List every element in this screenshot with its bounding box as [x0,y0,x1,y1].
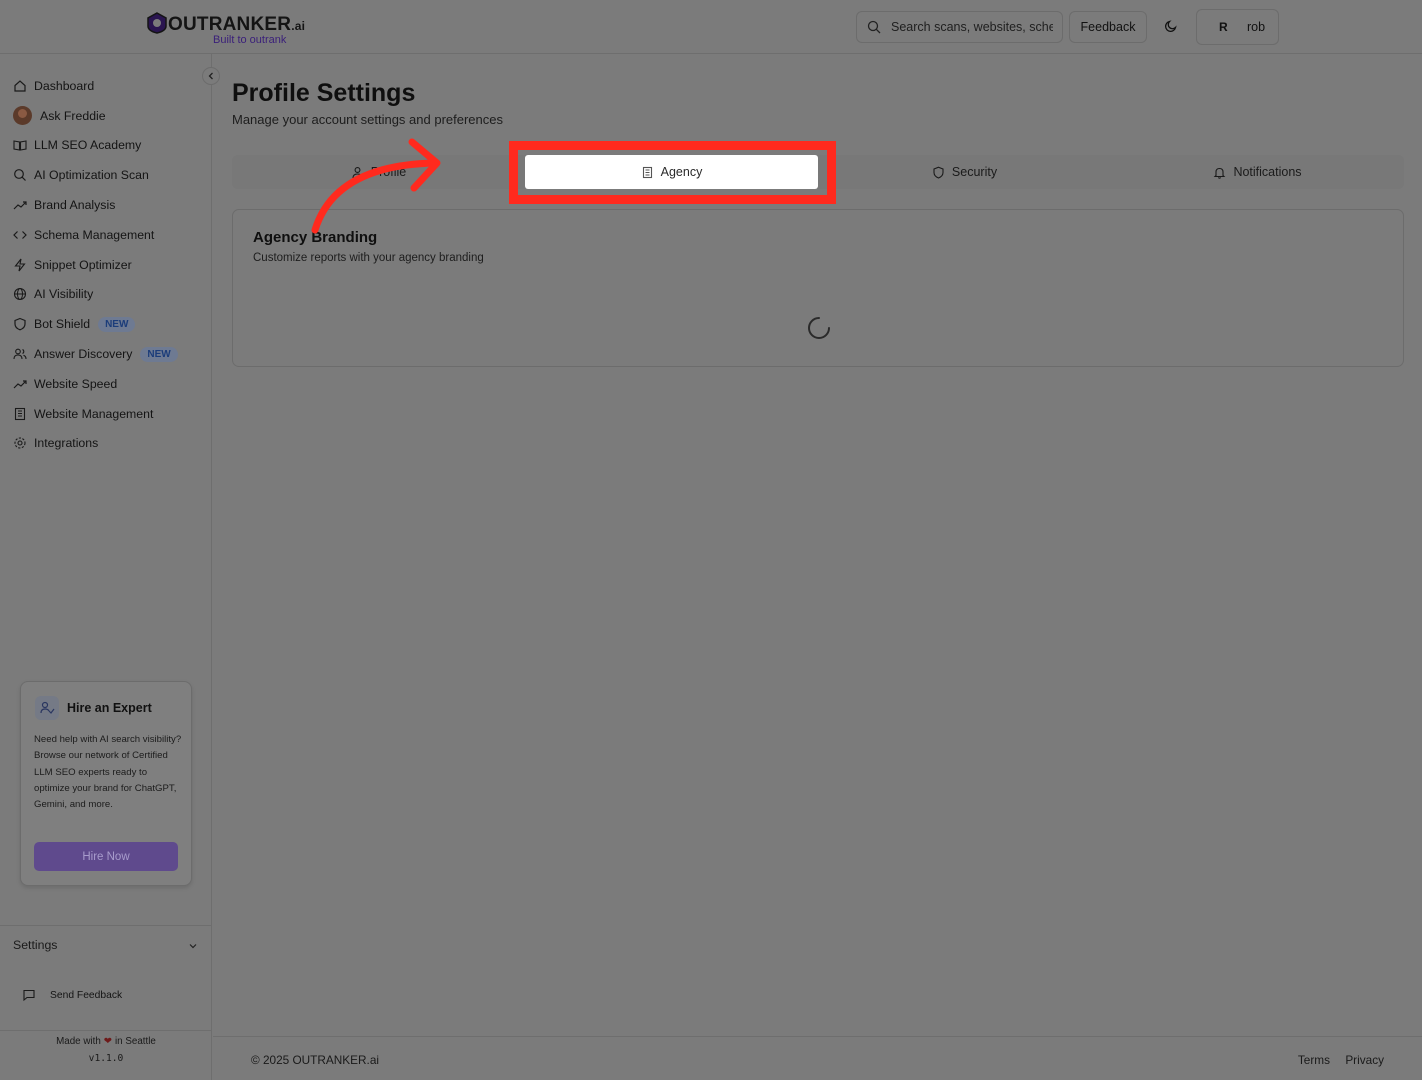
annotation-arrow-icon [311,138,441,234]
hire-now-button[interactable]: Hire Now [34,842,178,871]
sidebar-item-brand-analysis[interactable]: Brand Analysis [0,190,212,220]
settings-label: Settings [13,938,58,952]
user-avatar-initial: R [1219,20,1228,34]
tab-label: Security [951,165,998,179]
chevron-left-icon [208,72,213,80]
sidebar: Dashboard Ask Freddie LLM SEO Academy AI… [0,54,212,1080]
logo-mark-icon [147,12,167,34]
sidebar-item-label: Website Speed [34,376,118,391]
hire-expert-title: Hire an Expert [67,701,152,715]
send-feedback-label: Send Feedback [50,989,123,1001]
collapse-sidebar-button[interactable] [202,67,220,85]
brand-logo[interactable]: OUTRANKER.ai Built to outrank [146,10,316,48]
bell-icon [1214,167,1226,179]
app-version: v1.1.0 [88,1053,124,1064]
sidebar-item-ask-freddie[interactable]: Ask Freddie [0,101,212,131]
brand-tagline: Built to outrank [213,34,287,46]
user-name: rob [1247,20,1266,34]
theme-toggle-button[interactable] [1154,11,1188,43]
copyright-text: © 2025 OUTRANKER.ai [251,1053,380,1067]
users-icon [13,348,27,360]
sidebar-item-label: Website Management [34,406,154,421]
send-feedback-link[interactable]: Send Feedback [22,987,122,1003]
sidebar-item-label: AI Visibility [34,287,94,302]
sidebar-item-label: AI Optimization Scan [34,168,149,183]
sidebar-item-schema-management[interactable]: Schema Management [0,220,212,250]
building-icon [14,407,26,420]
search-icon [14,169,26,182]
home-icon [14,80,26,92]
terms-link[interactable]: Terms [1298,1053,1330,1067]
tab-label: Notifications [1233,165,1302,179]
new-badge: NEW [98,316,136,332]
feedback-button[interactable]: Feedback [1069,11,1147,43]
tab-security[interactable]: Security [818,155,1111,189]
made-with-note: Made with ❤ in Seattle [56,1036,156,1047]
gear-icon [14,437,26,450]
hire-expert-card: Hire an Expert Need help with AI search … [20,681,192,886]
trending-up-icon [13,201,27,210]
sidebar-item-dashboard[interactable]: Dashboard [0,71,212,101]
sidebar-item-label: Ask Freddie [40,108,106,123]
loading-spinner-icon [808,317,830,339]
sidebar-item-snippet-optimizer[interactable]: Snippet Optimizer [0,250,212,280]
privacy-link[interactable]: Privacy [1345,1053,1384,1067]
sidebar-item-label: Answer Discovery [34,347,133,362]
freddie-avatar [13,106,32,126]
sidebar-item-ai-visibility[interactable]: AI Visibility [0,280,212,310]
sidebar-item-label: Dashboard [34,78,95,93]
tab-notifications[interactable]: Notifications [1111,155,1404,189]
sidebar-item-website-management[interactable]: Website Management [0,399,212,429]
message-square-icon [23,989,35,1002]
search-input[interactable] [891,18,1053,36]
footer-links: Terms Privacy [1286,1053,1384,1067]
shield-icon [933,166,944,179]
sidebar-divider [0,1030,212,1031]
page-subtitle: Manage your account settings and prefere… [232,112,504,127]
card-subtitle: Customize reports with your agency brand… [253,252,484,264]
sidebar-item-label: Brand Analysis [34,198,116,213]
sidebar-item-label: Schema Management [34,227,155,242]
heart-icon: ❤ [103,1036,112,1047]
zap-icon [14,258,26,272]
chevron-down-icon [189,944,197,949]
sidebar-nav: Dashboard Ask Freddie LLM SEO Academy AI… [0,71,212,458]
sidebar-item-label: Bot Shield [34,317,91,332]
global-search[interactable] [856,11,1063,43]
sidebar-item-label: LLM SEO Academy [34,138,142,153]
trending-up-icon [13,380,27,389]
sidebar-item-bot-shield[interactable]: Bot Shield NEW [0,309,212,339]
shield-icon [14,318,26,331]
user-menu-button[interactable]: R rob [1196,9,1279,45]
user-check-icon [35,696,59,720]
globe-icon [13,288,27,301]
sidebar-item-label: Snippet Optimizer [34,257,132,272]
agency-tab-highlight-box [509,141,836,204]
sidebar-item-ai-optimization-scan[interactable]: AI Optimization Scan [0,160,212,190]
sidebar-item-label: Integrations [34,436,99,451]
sidebar-item-llm-seo-academy[interactable]: LLM SEO Academy [0,131,212,161]
sidebar-divider [0,925,212,926]
sidebar-item-integrations[interactable]: Integrations [0,429,212,459]
sidebar-item-answer-discovery[interactable]: Answer Discovery NEW [0,339,212,369]
moon-icon [1164,19,1177,32]
sidebar-item-website-speed[interactable]: Website Speed [0,369,212,399]
brand-name: OUTRANKER.ai [168,14,306,35]
page-title: Profile Settings [232,79,416,107]
hire-expert-description: Need help with AI search visibility? Bro… [34,734,182,811]
top-header: OUTRANKER.ai Built to outrank Feedback R… [0,0,1422,54]
code-icon [13,230,27,239]
book-open-icon [13,140,27,152]
new-badge: NEW [140,346,178,362]
settings-toggle[interactable]: Settings [13,938,199,956]
search-icon [867,20,881,34]
page-footer: © 2025 OUTRANKER.ai Terms Privacy [213,1036,1422,1080]
